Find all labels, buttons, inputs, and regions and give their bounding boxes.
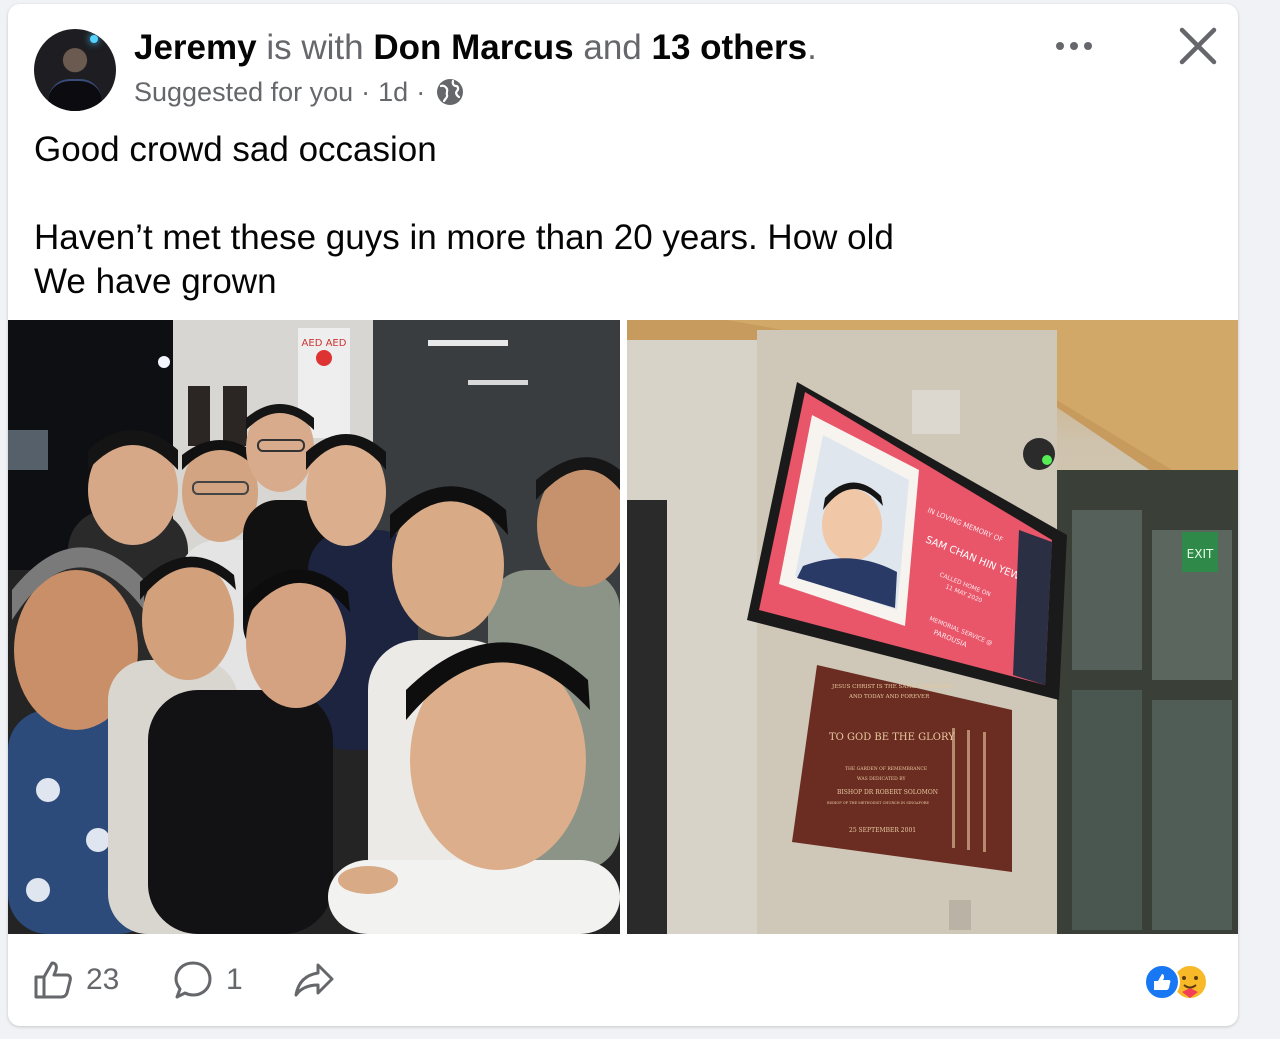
header-period: .: [807, 28, 817, 67]
author-name[interactable]: Jeremy: [134, 28, 257, 67]
post-header: Jeremy is with Don Marcus and 13 others.: [134, 26, 817, 70]
share-button[interactable]: [292, 958, 336, 1002]
post-body: Good crowd sad occasion Haven’t met thes…: [34, 130, 894, 301]
comment-bubble-icon: [174, 961, 212, 999]
memorial-photo[interactable]: EXIT IN LOVING MEMORY OF SAM CHAN HIN YE…: [627, 320, 1238, 934]
share-arrow-icon: [294, 963, 334, 997]
photo-grid: AED AED EXIT IN LOVING MEMORY OF SAM CHA…: [8, 320, 1238, 934]
post-card: Jeremy is with Don Marcus and 13 others.…: [8, 4, 1238, 1026]
plaque-text: THE GARDEN OF REMEMBRANCE: [845, 766, 927, 772]
close-icon[interactable]: [1176, 24, 1220, 68]
others-link[interactable]: 13 others: [651, 28, 807, 67]
meta-separator: ·: [416, 77, 426, 107]
suggested-label: Suggested for you: [134, 77, 354, 107]
plaque-text: JESUS CHRIST IS THE SAME YESTERDAY: [831, 684, 953, 690]
reactions-summary[interactable]: [1142, 962, 1214, 1002]
plaque-text: TO GOD BE THE GLORY: [829, 732, 955, 743]
tagged-person[interactable]: Don Marcus: [373, 28, 573, 67]
comment-count: 1: [226, 963, 243, 996]
plaque-text: WAS DEDICATED BY: [857, 776, 906, 782]
plaque-text: 25 SEPTEMBER 2001: [849, 827, 916, 834]
like-count: 23: [86, 963, 120, 996]
post-time[interactable]: 1d: [378, 74, 408, 110]
aed-sign: AED AED: [302, 338, 347, 349]
like-reaction-icon: [1144, 964, 1180, 1000]
globe-icon[interactable]: [435, 77, 465, 107]
comment-button[interactable]: 1: [172, 958, 243, 1002]
meta-separator: ·: [361, 77, 371, 107]
plaque-text: BISHOP DR ROBERT SOLOMON: [837, 789, 938, 796]
and-connector: and: [573, 28, 652, 67]
post-meta: Suggested for you · 1d ·: [134, 74, 465, 110]
post-footer: 23 1: [8, 934, 1238, 1026]
more-options-icon[interactable]: [1050, 26, 1098, 66]
exit-sign: EXIT: [1187, 547, 1214, 561]
with-connector: is with: [256, 28, 374, 67]
plaque-text: BISHOP OF THE METHODIST CHURCH IN SINGAP…: [827, 801, 929, 805]
plaque-text: AND TODAY AND FOREVER: [848, 694, 930, 700]
author-avatar[interactable]: [34, 29, 116, 111]
thumbs-up-icon: [34, 961, 72, 999]
like-button[interactable]: 23: [32, 958, 119, 1002]
group-photo[interactable]: AED AED: [8, 320, 620, 934]
